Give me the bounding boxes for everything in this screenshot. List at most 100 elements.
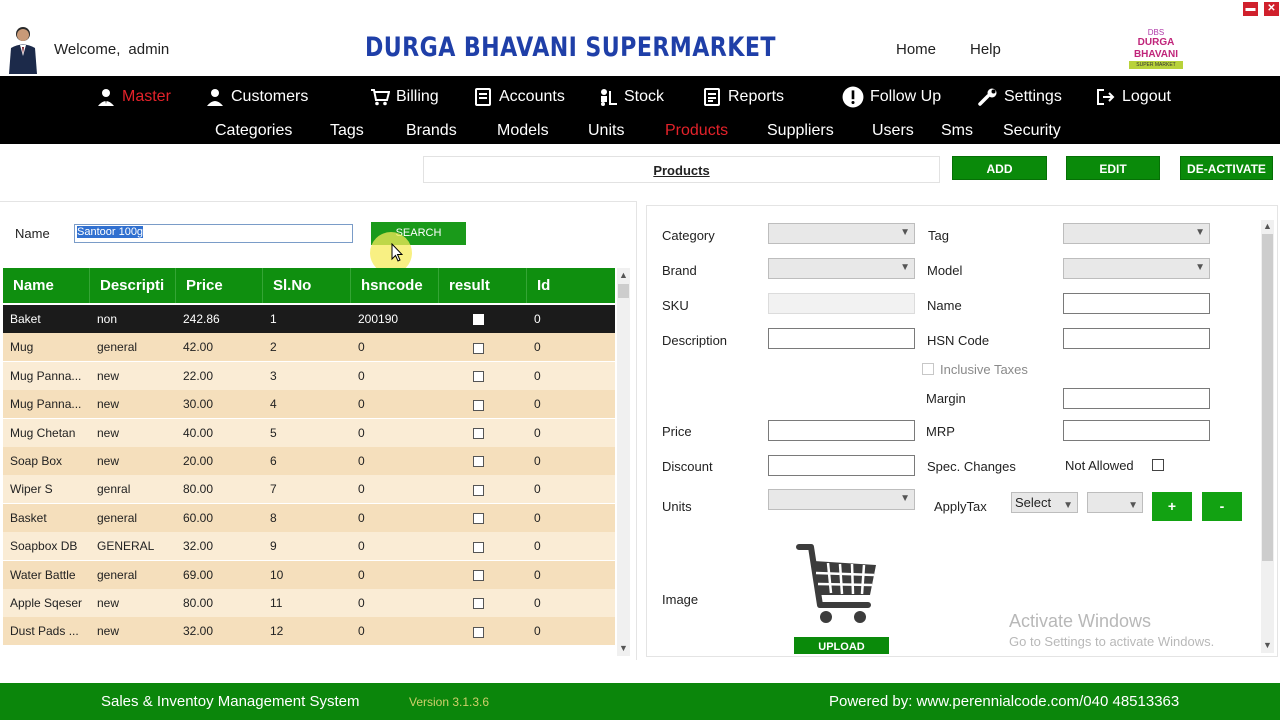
inclusive-taxes-checkbox[interactable]	[922, 363, 934, 375]
category-select[interactable]: ▼	[768, 223, 915, 244]
name-input[interactable]	[1063, 293, 1210, 314]
nav-follow-up-label: Follow Up	[870, 88, 942, 105]
subnav-users[interactable]: Users	[872, 122, 914, 140]
grid-scrollbar[interactable]: ▲ ▼	[617, 268, 630, 656]
subnav-tags[interactable]: Tags	[330, 122, 364, 140]
nav-master[interactable]: Master	[96, 86, 171, 108]
result-checkbox[interactable]	[473, 541, 484, 553]
scroll-up-icon[interactable]: ▲	[617, 269, 630, 281]
nav-logout[interactable]: Logout	[1096, 86, 1171, 108]
table-row[interactable]: Dust Pads ... new 32.00 12 0 0	[3, 617, 615, 646]
table-row[interactable]: Soapbox DB GENERAL 32.00 9 0 0	[3, 532, 615, 561]
add-button[interactable]: ADD	[952, 156, 1047, 180]
col-name-header[interactable]: Name	[3, 268, 90, 303]
cell-id: 0	[534, 510, 541, 525]
table-row[interactable]: Apple Sqeser new 80.00 11 0 0	[3, 589, 615, 617]
scroll-thumb[interactable]	[618, 284, 629, 298]
result-checkbox[interactable]	[473, 569, 484, 581]
cell-slno: 11	[270, 596, 283, 610]
subnav-units[interactable]: Units	[588, 122, 624, 140]
price-input[interactable]	[768, 420, 915, 441]
nav-customers[interactable]: Customers	[205, 86, 308, 108]
cell-desc: new	[97, 596, 120, 610]
nav-reports[interactable]: Reports	[702, 86, 784, 108]
mrp-input[interactable]	[1063, 420, 1210, 441]
help-link[interactable]: Help	[970, 41, 1001, 58]
form-scrollbar[interactable]: ▲ ▼	[1261, 220, 1274, 653]
table-row[interactable]: Mug Panna... new 30.00 4 0 0	[3, 390, 615, 419]
model-select[interactable]: ▼	[1063, 258, 1210, 279]
subnav-brands[interactable]: Brands	[406, 122, 457, 140]
result-checkbox[interactable]	[473, 371, 484, 383]
cell-name: Soapbox DB	[10, 539, 78, 554]
nav-follow-up[interactable]: Follow Up	[842, 86, 941, 108]
add-tax-button[interactable]: +	[1152, 492, 1192, 521]
result-checkbox[interactable]	[473, 626, 484, 638]
cell-slno: 2	[270, 340, 277, 355]
col-id-header[interactable]: Id	[527, 268, 615, 303]
table-row[interactable]: Mug Panna... new 22.00 3 0 0	[3, 361, 615, 390]
search-name-input[interactable]: Santoor 100g	[74, 224, 353, 243]
activate-windows-title: Activate Windows	[1009, 611, 1152, 631]
table-row[interactable]: Mug Chetan new 40.00 5 0 0	[3, 418, 615, 447]
close-window-button[interactable]: ✕	[1264, 2, 1279, 16]
table-row[interactable]: Baket non 242.86 1 200190 0	[3, 305, 615, 333]
footer-powered-by[interactable]: Powered by: www.perennialcode.com/040 48…	[829, 693, 1179, 710]
subnav-sms[interactable]: Sms	[941, 122, 973, 140]
tag-label: Tag	[928, 228, 949, 243]
nav-billing[interactable]: Billing	[370, 86, 439, 108]
search-button[interactable]: SEARCH	[371, 222, 466, 245]
deactivate-button[interactable]: DE-ACTIVATE	[1180, 156, 1273, 180]
table-row[interactable]: Wiper S genral 80.00 7 0 0	[3, 475, 615, 504]
nav-accounts[interactable]: Accounts	[473, 86, 565, 108]
description-input[interactable]	[768, 328, 915, 349]
discount-input[interactable]	[768, 455, 915, 476]
cell-desc: new	[97, 624, 120, 639]
scroll-down-icon[interactable]: ▼	[1261, 639, 1274, 651]
result-checkbox[interactable]	[473, 484, 484, 496]
col-description-header[interactable]: Descripti	[90, 268, 176, 303]
result-checkbox[interactable]	[473, 598, 484, 610]
remove-tax-button[interactable]: -	[1202, 492, 1242, 521]
subnav-products[interactable]: Products	[665, 122, 728, 140]
table-row[interactable]: Basket general 60.00 8 0 0	[3, 503, 615, 532]
units-select[interactable]: ▼	[768, 489, 915, 510]
scroll-up-icon[interactable]: ▲	[1261, 220, 1274, 232]
tax-rate-select[interactable]: ▼	[1087, 492, 1143, 513]
nav-billing-label: Billing	[396, 88, 439, 105]
subnav-security[interactable]: Security	[1003, 122, 1061, 140]
minimize-button[interactable]: ▬	[1243, 2, 1258, 16]
result-checkbox[interactable]	[473, 399, 484, 411]
nav-stock[interactable]: Stock	[598, 86, 664, 108]
subnav-suppliers[interactable]: Suppliers	[767, 122, 834, 140]
hsn-code-input[interactable]	[1063, 328, 1210, 349]
col-price-header[interactable]: Price	[176, 268, 263, 303]
result-checkbox[interactable]	[473, 513, 484, 525]
result-checkbox[interactable]	[473, 314, 484, 326]
tag-select[interactable]: ▼	[1063, 223, 1210, 244]
col-slno-header[interactable]: Sl.No	[263, 268, 351, 303]
margin-input[interactable]	[1063, 388, 1210, 409]
apply-tax-select[interactable]: Select ▼	[1011, 492, 1078, 513]
brand-select[interactable]: ▼	[768, 258, 915, 279]
result-checkbox[interactable]	[473, 427, 484, 439]
col-result-header[interactable]: result	[439, 268, 527, 303]
nav-settings[interactable]: Settings	[978, 86, 1062, 108]
table-row[interactable]: Soap Box new 20.00 6 0 0	[3, 447, 615, 475]
edit-button[interactable]: EDIT	[1066, 156, 1160, 180]
subnav-models[interactable]: Models	[497, 122, 549, 140]
table-row[interactable]: Water Battle general 69.00 10 0 0	[3, 560, 615, 589]
scroll-thumb[interactable]	[1262, 234, 1273, 561]
col-hsncode-header[interactable]: hsncode	[351, 268, 439, 303]
table-row[interactable]: Mug general 42.00 2 0 0	[3, 333, 615, 362]
not-allowed-checkbox[interactable]	[1152, 459, 1164, 471]
products-grid[interactable]: Name Descripti Price Sl.No hsncode resul…	[3, 268, 615, 656]
subnav-categories[interactable]: Categories	[215, 122, 292, 140]
upload-button[interactable]: UPLOAD	[794, 637, 889, 654]
cell-name: Mug Panna...	[10, 397, 82, 412]
home-link[interactable]: Home	[896, 41, 936, 58]
scroll-down-icon[interactable]: ▼	[617, 642, 630, 654]
result-checkbox[interactable]	[473, 456, 484, 468]
result-checkbox[interactable]	[473, 342, 484, 354]
cell-result	[439, 475, 527, 503]
